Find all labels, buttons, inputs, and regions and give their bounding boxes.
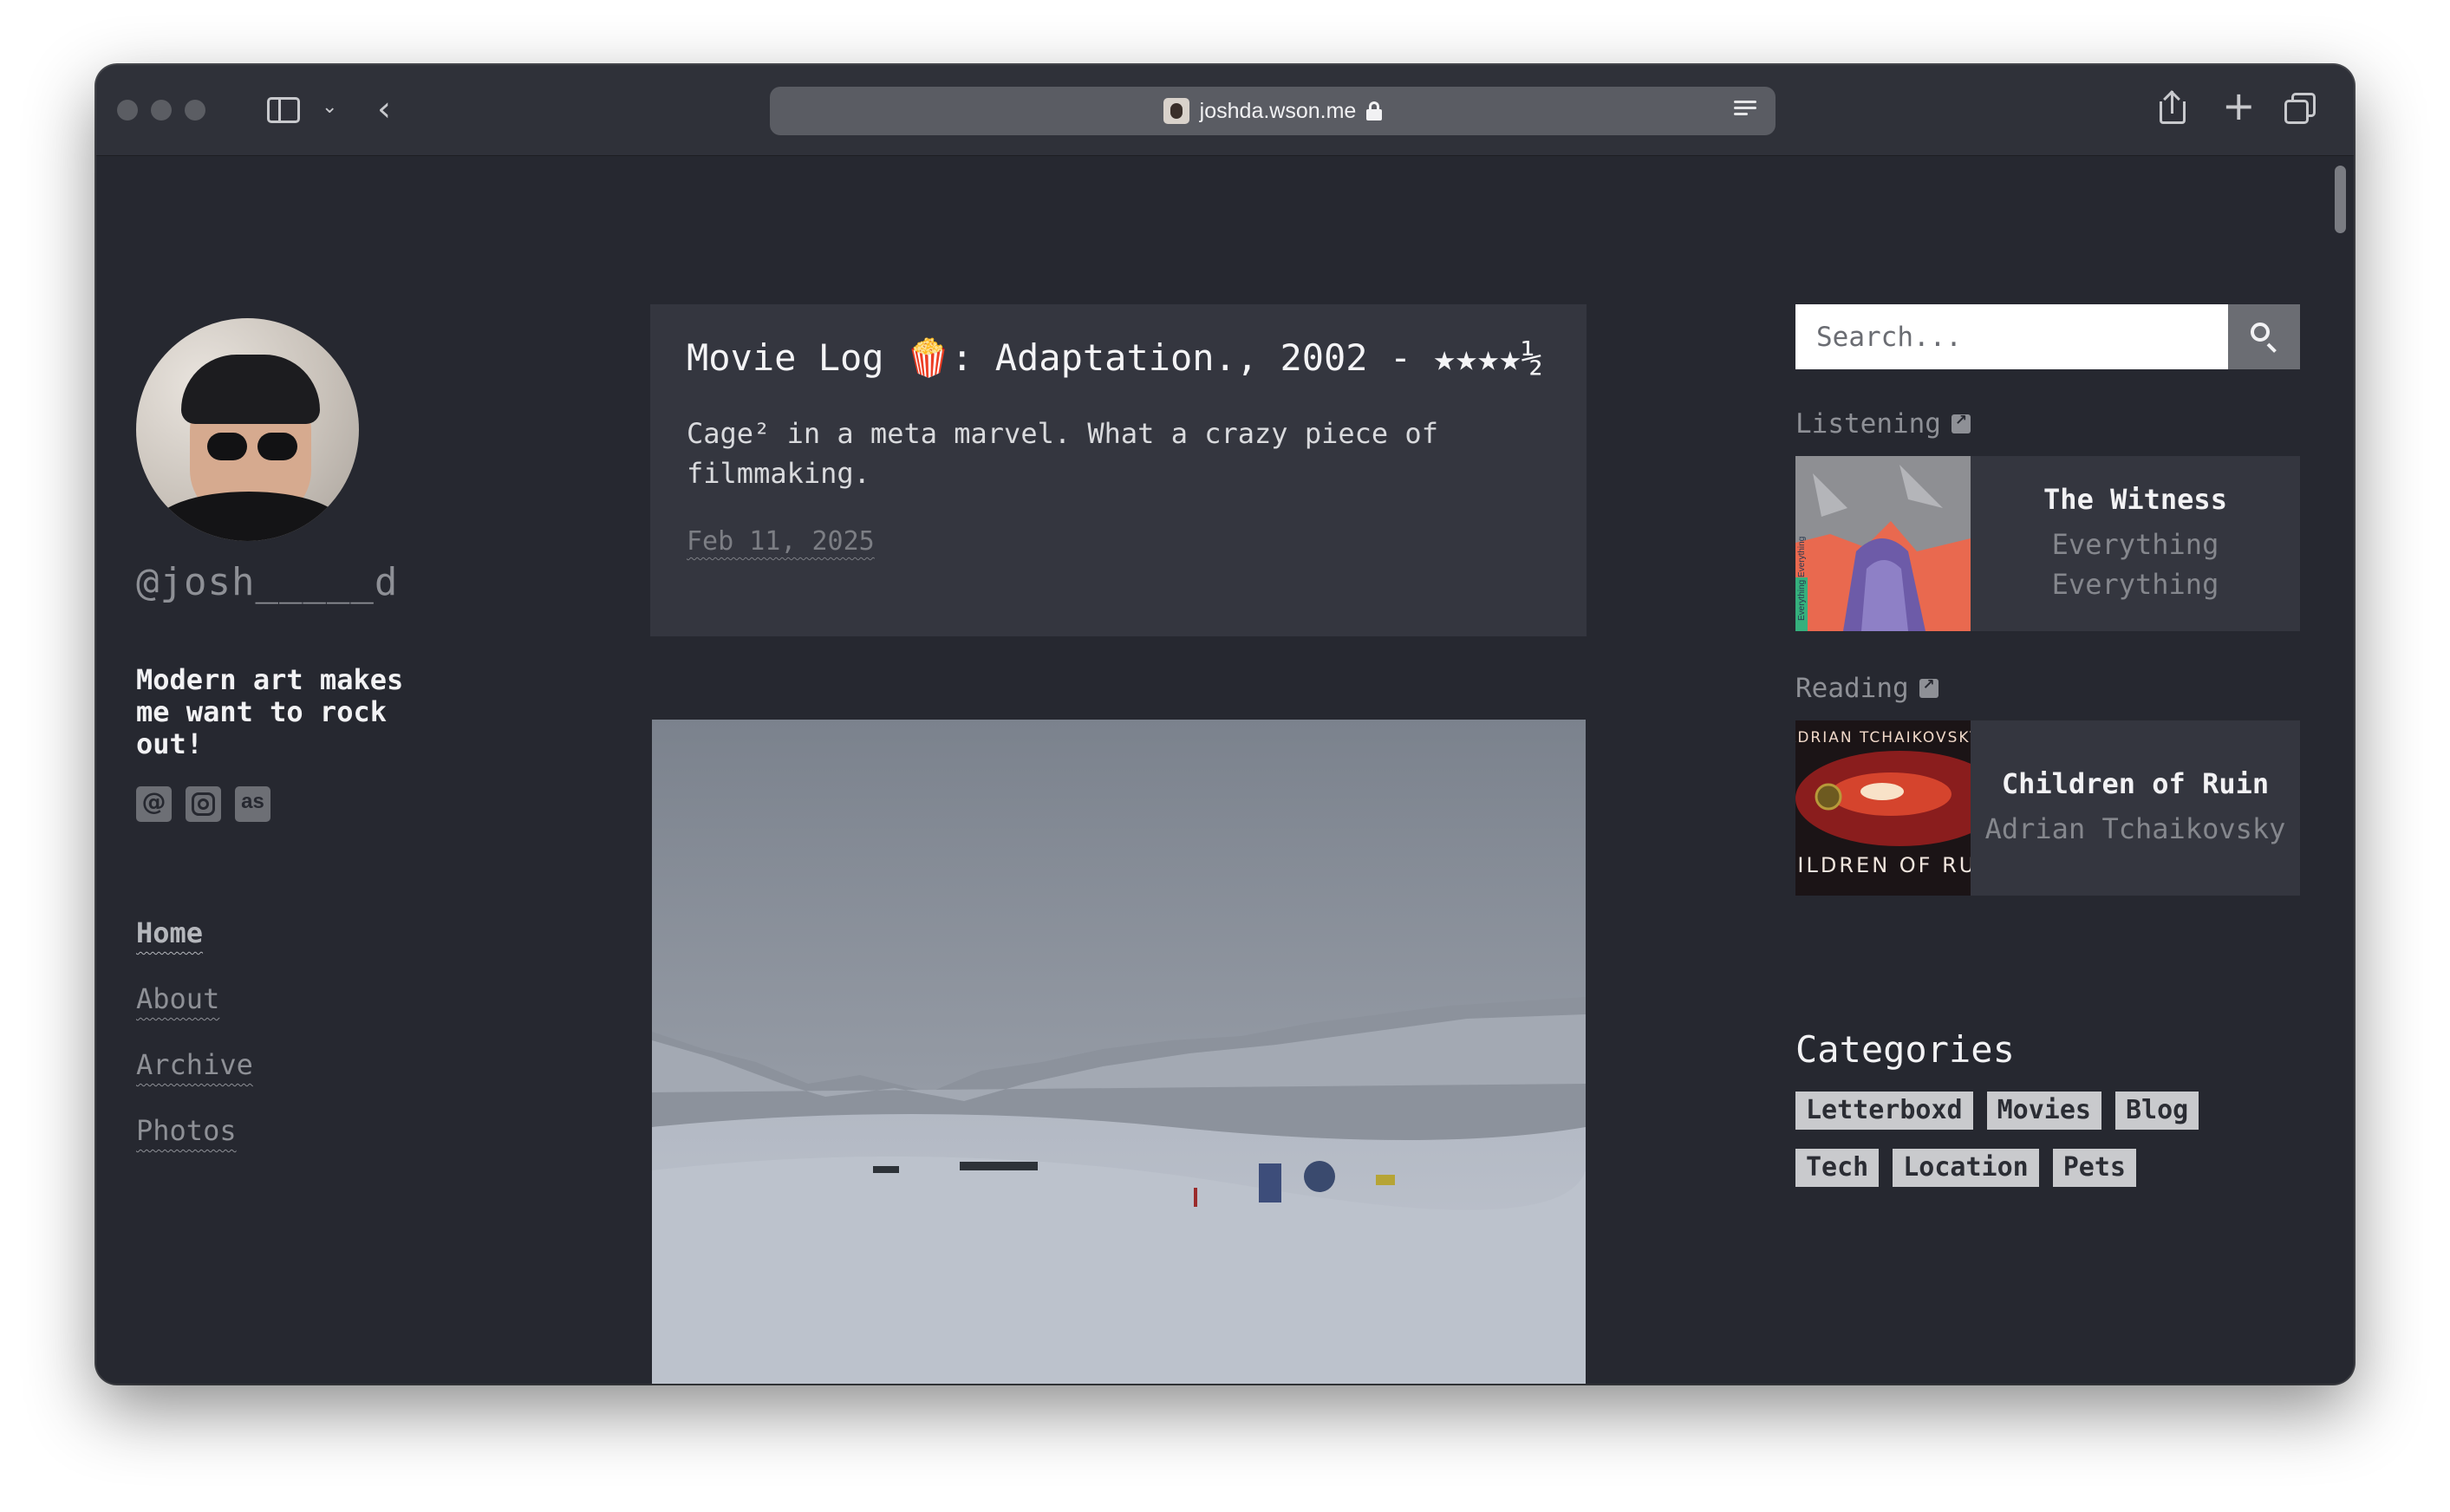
profile-bio: Modern art makes me want to rock out! [136, 663, 404, 760]
search-bar [1795, 304, 2300, 369]
browser-window: ⌄ ‹ joshda.wson.me + @josh_____d Modern [96, 65, 2354, 1384]
back-icon[interactable]: ‹ [377, 89, 391, 129]
nav-archive[interactable]: Archive [136, 1048, 253, 1081]
category-tag-letterboxd[interactable]: Letterboxd [1795, 1092, 1973, 1130]
book-title: Children of Ruin [2001, 767, 2270, 800]
categories-heading: Categories [1795, 1028, 2015, 1071]
share-icon[interactable] [2160, 90, 2186, 124]
reading-widget[interactable]: ADRIAN TCHAIKOVSKY CHILDREN OF RUIN Chil… [1795, 720, 2300, 896]
album-title: The Witness [2043, 483, 2227, 516]
avatar [136, 318, 359, 541]
category-tag-pets[interactable]: Pets [2052, 1149, 2136, 1187]
url-text: joshda.wson.me [1199, 98, 1357, 123]
album-cover: Everything Everything [1795, 456, 1971, 631]
page-content: @josh_____d Modern art makes me want to … [96, 157, 2327, 1384]
zoom-window-button[interactable] [185, 100, 205, 121]
minimize-window-button[interactable] [151, 100, 172, 121]
category-tag-location[interactable]: Location [1893, 1149, 2039, 1187]
nav-home[interactable]: Home [136, 916, 253, 949]
book-cover: ADRIAN TCHAIKOVSKY CHILDREN OF RUIN [1795, 720, 1971, 896]
categories-list: Letterboxd Movies Blog Tech Location Pet… [1795, 1092, 2264, 1187]
sidebar-toggle-icon[interactable] [267, 97, 300, 123]
reader-view-icon[interactable] [1734, 101, 1756, 121]
album-cover-text: Everything Everything [1797, 537, 1807, 621]
instagram-icon[interactable] [186, 786, 221, 822]
scrollbar-thumb[interactable] [2335, 166, 2346, 233]
profile-handle: @josh_____d [136, 560, 399, 604]
nav-about[interactable]: About [136, 982, 253, 1015]
search-icon[interactable] [2228, 304, 2300, 369]
listening-widget[interactable]: Everything Everything The Witness Everyt… [1795, 456, 2300, 631]
post-body: Cage² in a meta marvel. What a crazy pie… [687, 417, 1438, 490]
post-photo[interactable] [652, 720, 1586, 1384]
browser-toolbar: ⌄ ‹ joshda.wson.me + [96, 65, 2354, 156]
listening-label-text: Listening [1795, 408, 1941, 440]
main-nav: Home About Archive Photos [136, 916, 253, 1180]
address-bar[interactable]: joshda.wson.me [770, 87, 1776, 135]
site-favicon [1163, 98, 1189, 124]
nav-photos[interactable]: Photos [136, 1114, 253, 1147]
external-link-icon [1919, 676, 1938, 698]
album-artist: Everything Everything [2051, 528, 2219, 601]
category-tag-blog[interactable]: Blog [2115, 1092, 2199, 1130]
close-window-button[interactable] [117, 100, 138, 121]
reading-label-text: Reading [1795, 673, 1909, 704]
post-card: Movie Log 🍿: Adaptation., 2002 - ★★★★½ C… [650, 304, 1587, 636]
new-tab-icon[interactable]: + [2222, 82, 2256, 129]
book-cover-author: ADRIAN TCHAIKOVSKY [1795, 729, 1971, 746]
search-input[interactable] [1795, 304, 2228, 369]
social-links [136, 786, 270, 822]
page-scrollbar[interactable] [2327, 157, 2354, 1384]
lastfm-icon[interactable] [235, 786, 270, 822]
lock-icon [1366, 101, 1383, 121]
post-title[interactable]: Movie Log 🍿: Adaptation., 2002 - ★★★★½ [687, 337, 1550, 379]
category-tag-movies[interactable]: Movies [1986, 1092, 2101, 1130]
chevron-down-icon[interactable]: ⌄ [322, 96, 337, 118]
external-link-icon [1951, 412, 1971, 433]
category-tag-tech[interactable]: Tech [1795, 1149, 1880, 1187]
book-cover-title: CHILDREN OF RUIN [1795, 853, 1971, 877]
tab-overview-icon[interactable] [2284, 93, 2316, 124]
listening-label[interactable]: Listening [1795, 408, 1971, 440]
reading-label[interactable]: Reading [1795, 673, 1938, 704]
threads-icon[interactable] [136, 786, 172, 822]
book-author: Adrian Tchaikovsky [1984, 812, 2286, 845]
post-date[interactable]: Feb 11, 2025 [687, 526, 875, 557]
